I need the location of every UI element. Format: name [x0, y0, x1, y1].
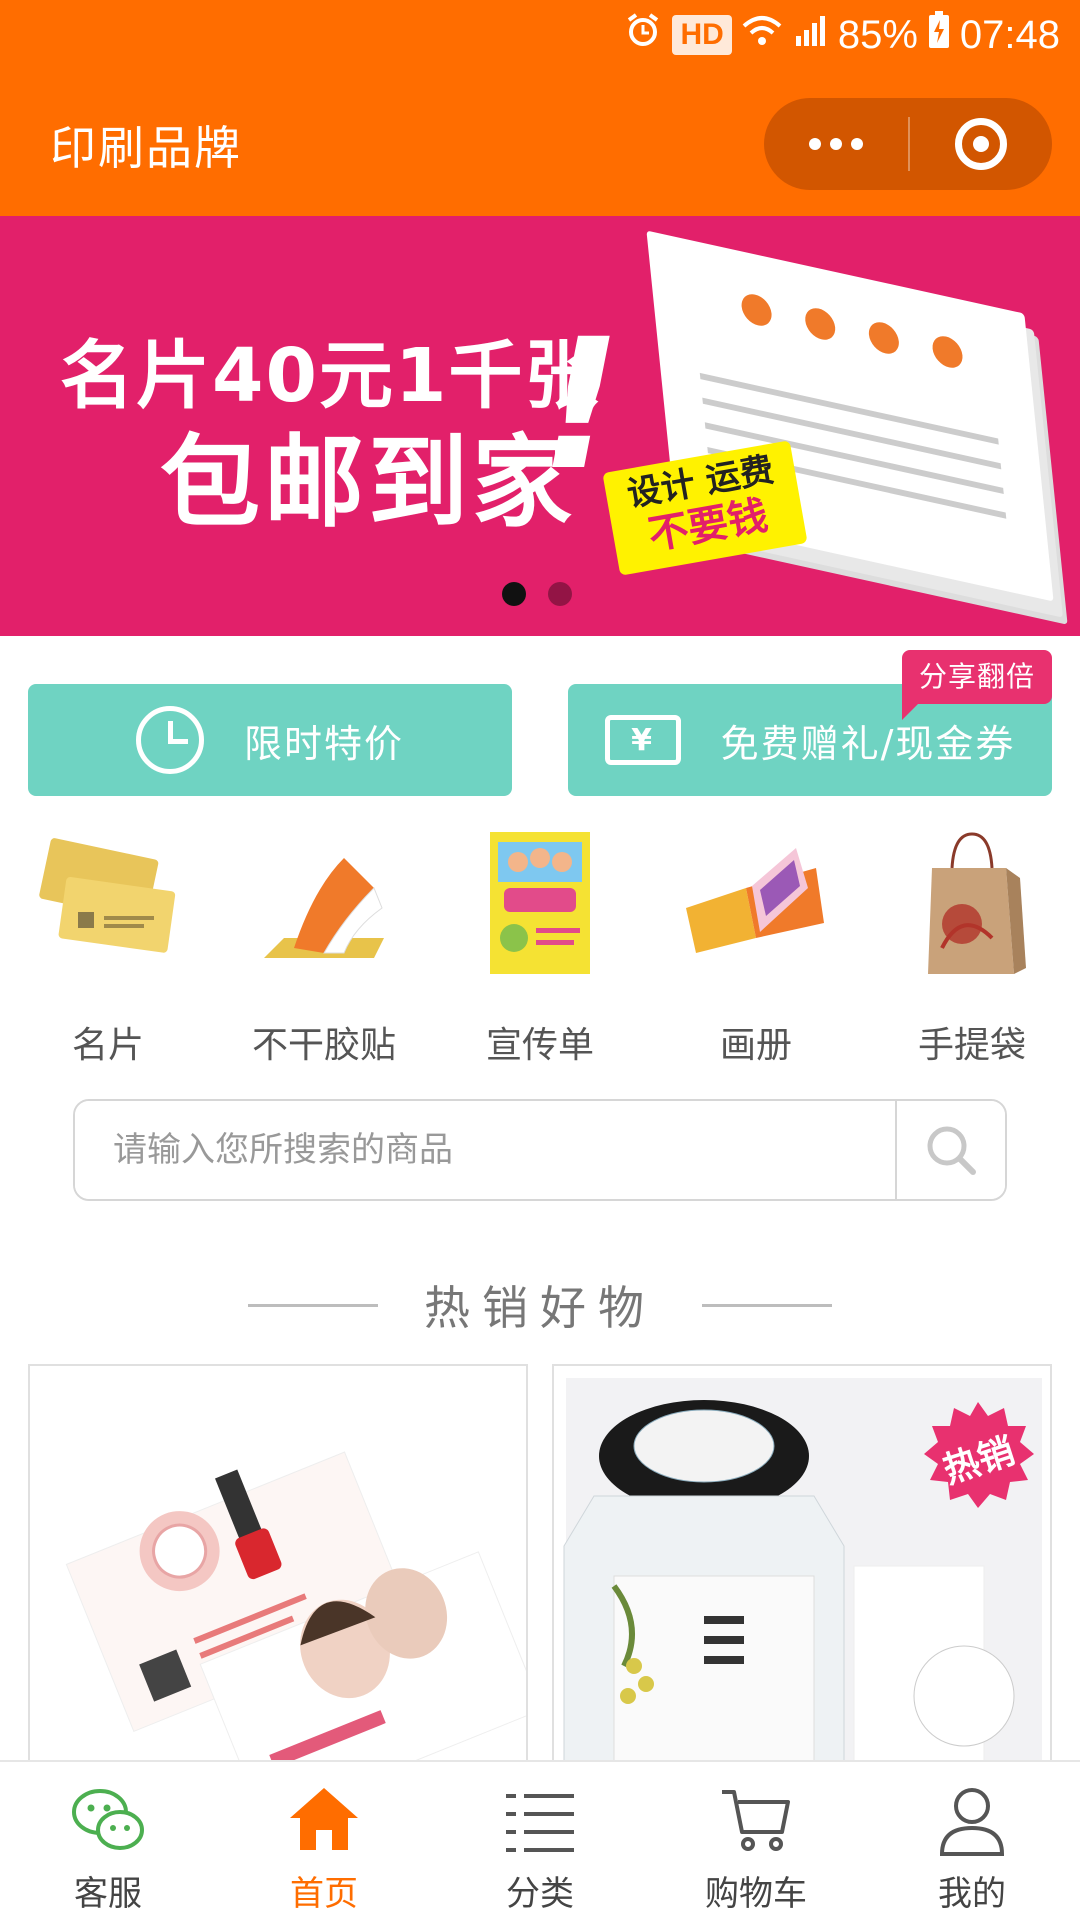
category-grid: 名片 不干胶贴 宣传单 画册 手提袋 [0, 820, 1080, 1066]
sticker-icon [264, 858, 384, 958]
section-title: 热销好物 [424, 1281, 656, 1335]
tab-profile[interactable]: 我的 [864, 1762, 1080, 1920]
mini-program-capsule [764, 98, 1052, 190]
tab-home[interactable]: 首页 [216, 1762, 432, 1920]
title-bar: 印刷品牌 [0, 70, 1080, 216]
tab-cart[interactable]: 购物车 [648, 1762, 864, 1920]
bottom-tab-bar: 客服 首页 分类 购物车 我的 [0, 1760, 1080, 1920]
category-sticker[interactable]: 不干胶贴 [216, 820, 432, 1066]
status-bar: HD 85% 07:48 [0, 0, 1080, 70]
more-dots-icon[interactable] [764, 98, 908, 190]
paper-bag-icon [928, 832, 1026, 974]
category-label: 手提袋 [917, 1025, 1026, 1066]
carousel-dot-active[interactable] [502, 582, 526, 606]
brochure-icon [686, 848, 824, 953]
promo-banner-carousel[interactable]: 名片40元1千张 包邮到家 ! 设计 运费 不要钱 [0, 216, 1080, 636]
share-double-badge: 分享翻倍 [902, 650, 1052, 720]
user-icon [939, 1788, 1005, 1856]
category-flyer[interactable]: 宣传单 [432, 820, 648, 1066]
category-label: 画册 [719, 1025, 792, 1066]
cart-icon [722, 1790, 790, 1851]
banner-tag: 设计 运费 不要钱 [602, 440, 808, 576]
category-label: 名片 [71, 1025, 144, 1066]
tab-label: 购物车 [705, 1874, 807, 1914]
clock-icon [135, 706, 204, 774]
search-input[interactable] [75, 1101, 895, 1199]
product-image-beauty-card [30, 1366, 526, 1764]
battery-charging-icon [928, 11, 950, 59]
carousel-dot[interactable] [548, 582, 572, 606]
ticket-icon: ¥ [604, 715, 681, 765]
tab-label: 我的 [938, 1874, 1006, 1914]
target-circle-icon [955, 118, 1007, 170]
divider [248, 1303, 378, 1307]
flash-sale-label: 限时特价 [243, 721, 404, 766]
wifi-icon [742, 13, 782, 58]
flash-sale-button[interactable]: 限时特价 [28, 684, 512, 796]
alarm-icon [624, 11, 662, 59]
status-indicators: HD 85% 07:48 [624, 10, 1060, 60]
hd-indicator: HD [672, 15, 732, 55]
hot-sale-badge: 热销 [922, 1402, 1034, 1514]
free-gift-label: 免费赠礼/现金券 [720, 721, 1016, 766]
signal-icon [792, 12, 828, 58]
banner-subheadline: 包邮到家 [160, 424, 576, 541]
ticket-yen-symbol: ¥ [631, 722, 655, 758]
category-label: 宣传单 [485, 1025, 594, 1066]
search-button[interactable] [895, 1101, 1005, 1199]
tab-label: 客服 [74, 1874, 142, 1914]
search-icon [927, 1126, 976, 1175]
product-card[interactable]: 热销 [552, 1364, 1052, 1764]
list-icon [506, 1794, 574, 1852]
flyer-icon [490, 832, 590, 974]
carousel-indicators [502, 582, 572, 606]
category-paper-bag[interactable]: 手提袋 [864, 820, 1080, 1066]
category-business-card[interactable]: 名片 [0, 820, 216, 1066]
business-card-icon [39, 838, 176, 953]
hot-products-header: 热销好物 [0, 1270, 1080, 1340]
product-card[interactable] [28, 1364, 528, 1764]
divider [702, 1303, 832, 1307]
status-time: 07:48 [959, 12, 1060, 57]
battery-percent: 85% [837, 12, 918, 57]
tab-label: 首页 [290, 1874, 358, 1914]
category-label: 不干胶贴 [251, 1025, 396, 1066]
search-bar [73, 1099, 1007, 1201]
tab-label: 分类 [506, 1874, 574, 1914]
tab-customer-service[interactable]: 客服 [0, 1762, 216, 1920]
banner-exclamation: ! [540, 301, 623, 510]
category-brochure[interactable]: 画册 [648, 820, 864, 1066]
close-mini-program-button[interactable] [910, 98, 1052, 190]
tab-categories[interactable]: 分类 [432, 1762, 648, 1920]
page-title: 印刷品牌 [50, 121, 242, 175]
home-icon [290, 1788, 358, 1850]
wechat-chat-icon [72, 1789, 144, 1850]
